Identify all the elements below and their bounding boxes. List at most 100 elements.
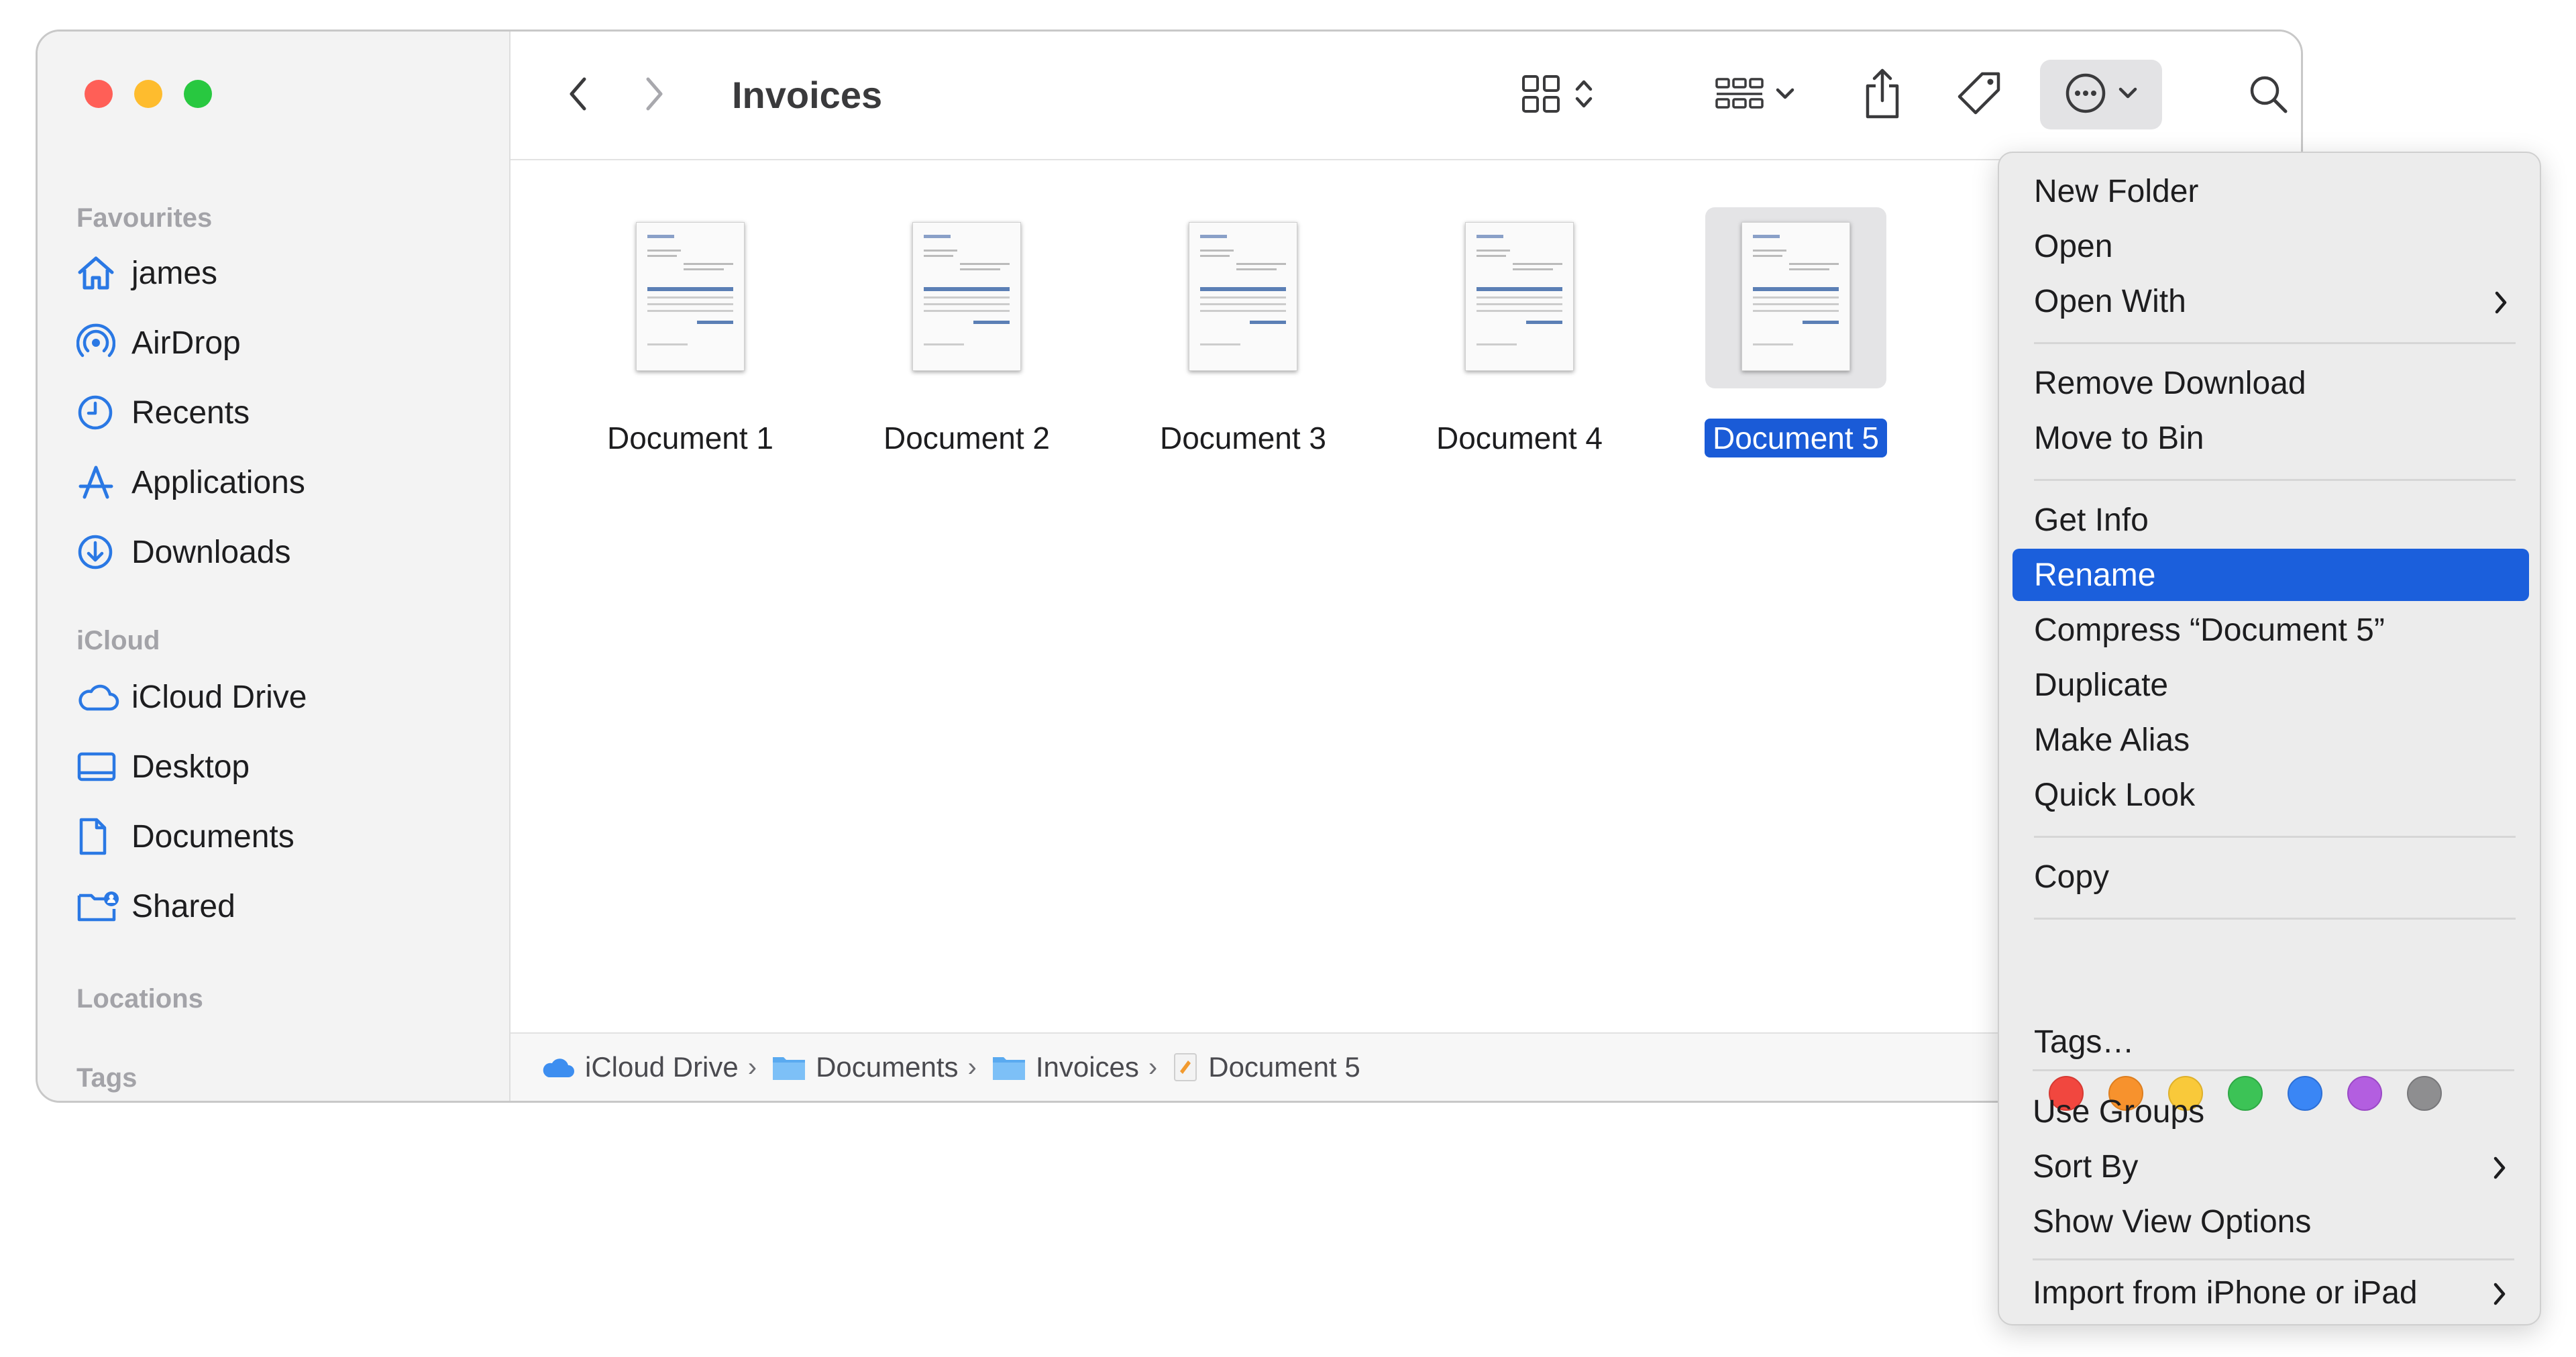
menu-item-import-from-iphone[interactable]: Import from iPhone or iPad <box>2011 1266 2528 1319</box>
menu-item-rename[interactable]: Rename <box>2012 549 2529 601</box>
menu-separator <box>2034 918 2516 920</box>
menu-item-remove-download[interactable]: Remove Download <box>2012 357 2529 409</box>
file-item[interactable]: Document 3 <box>1132 160 1354 455</box>
folder-icon <box>771 1053 806 1081</box>
airdrop-icon <box>76 323 123 363</box>
file-item-selected[interactable]: Document 5 <box>1685 160 1907 457</box>
ellipsis-circle-icon <box>2064 72 2107 118</box>
sidebar-item-airdrop[interactable]: AirDrop <box>76 316 492 370</box>
file-name: Document 4 <box>1436 421 1603 455</box>
toolbar: Invoices <box>511 32 2301 160</box>
menu-item-make-alias[interactable]: Make Alias <box>2012 714 2529 766</box>
sidebar-item-label: iCloud Drive <box>131 679 307 715</box>
view-mode-button[interactable] <box>1503 65 1611 125</box>
close-button[interactable] <box>85 80 113 108</box>
sidebar-item-desktop[interactable]: Desktop <box>76 740 492 794</box>
house-icon <box>76 253 123 293</box>
sidebar-item-label: AirDrop <box>131 325 241 361</box>
sidebar-item-shared[interactable]: Shared <box>76 879 492 933</box>
menu-item-sort-by[interactable]: Sort By <box>2011 1140 2528 1193</box>
sidebar-section-tags[interactable]: Tags <box>76 1063 137 1093</box>
applications-icon <box>76 462 123 502</box>
grid-view-icon <box>1520 73 1562 118</box>
file-name: Document 2 <box>883 421 1051 455</box>
menu-item-new-folder[interactable]: New Folder <box>2012 165 2529 217</box>
menu-item-compress[interactable]: Compress “Document 5” <box>2012 604 2529 656</box>
sidebar-item-label: Desktop <box>131 749 250 785</box>
menu-item-move-to-bin[interactable]: Move to Bin <box>2012 412 2529 464</box>
sidebar-section-locations[interactable]: Locations <box>76 984 203 1014</box>
menu-item-open[interactable]: Open <box>2012 220 2529 272</box>
path-segment[interactable]: Documents <box>771 1051 959 1083</box>
path-separator: › <box>1148 1052 1158 1082</box>
sidebar-item-label: Recents <box>131 394 250 431</box>
sidebar-item-downloads[interactable]: Downloads <box>76 525 492 579</box>
document-thumbnail-icon <box>1741 222 1850 371</box>
window-title: Invoices <box>732 74 883 116</box>
pages-document-icon <box>1172 1052 1199 1082</box>
finder-window: Favourites james AirDrop Recents Applica… <box>36 30 2303 1103</box>
desktop-icon <box>76 747 123 787</box>
chevron-right-icon <box>2491 1279 2508 1315</box>
file-name: Document 5 <box>1704 419 1888 457</box>
back-button[interactable] <box>557 72 598 119</box>
forward-button[interactable] <box>635 72 675 119</box>
cloud-icon <box>541 1055 576 1079</box>
menu-item-use-groups[interactable]: Use Groups <box>2011 1085 2528 1138</box>
group-button[interactable] <box>1701 65 1809 125</box>
menu-separator <box>2034 836 2516 838</box>
folder-icon <box>991 1053 1026 1081</box>
sidebar-item-documents[interactable]: Documents <box>76 810 492 863</box>
file-item[interactable]: Document 1 <box>580 160 801 455</box>
chevron-right-icon <box>2491 1152 2508 1189</box>
sidebar-item-james[interactable]: james <box>76 246 492 300</box>
sidebar-item-label: Shared <box>131 888 235 924</box>
menu-item-duplicate[interactable]: Duplicate <box>2012 659 2529 711</box>
path-separator: › <box>747 1052 757 1082</box>
sidebar-section-favourites: Favourites <box>76 203 213 233</box>
menu-item-open-with[interactable]: Open With <box>2012 275 2529 327</box>
chevron-left-icon <box>566 75 589 116</box>
share-button[interactable] <box>1852 62 1913 129</box>
document-thumbnail-icon <box>1189 222 1297 371</box>
menu-separator <box>2034 342 2516 344</box>
sidebar-item-label: Documents <box>131 818 294 855</box>
zoom-button[interactable] <box>184 80 212 108</box>
document-thumbnail-icon <box>912 222 1021 371</box>
shared-folder-icon <box>76 886 123 926</box>
action-menu-button[interactable] <box>2040 60 2162 129</box>
path-segment[interactable]: iCloud Drive <box>541 1051 739 1083</box>
sidebar-section-icloud: iCloud <box>76 626 160 655</box>
path-segment[interactable]: Document 5 <box>1172 1051 1360 1083</box>
sidebar: Favourites james AirDrop Recents Applica… <box>38 32 511 1101</box>
file-item[interactable]: Document 4 <box>1409 160 1630 455</box>
sidebar-item-recents[interactable]: Recents <box>76 386 492 439</box>
menu-item-show-view-options[interactable]: Show View Options <box>2011 1195 2528 1248</box>
chevron-right-icon <box>2493 287 2509 324</box>
sidebar-item-applications[interactable]: Applications <box>76 455 492 509</box>
chevron-down-icon <box>2118 87 2138 103</box>
chevron-down-icon <box>1775 87 1795 104</box>
document-thumbnail-icon <box>1465 222 1574 371</box>
menu-item-get-info[interactable]: Get Info <box>2012 494 2529 546</box>
tag-icon <box>1955 70 2004 121</box>
chevron-updown-icon <box>1574 76 1594 115</box>
share-icon <box>1862 67 1902 124</box>
menu-item-copy[interactable]: Copy <box>2012 851 2529 903</box>
sidebar-item-label: Downloads <box>131 534 291 570</box>
document-thumbnail-icon <box>636 222 745 371</box>
menu-separator <box>2034 479 2516 481</box>
search-button[interactable] <box>2235 65 2301 125</box>
tag-button[interactable] <box>1946 65 2013 125</box>
group-icon <box>1715 74 1764 117</box>
file-name: Document 3 <box>1159 421 1327 455</box>
document-icon <box>76 816 123 857</box>
path-segment[interactable]: Invoices <box>991 1051 1139 1083</box>
cloud-icon <box>76 677 123 717</box>
sidebar-item-icloud-drive[interactable]: iCloud Drive <box>76 670 492 724</box>
menu-item-quick-look[interactable]: Quick Look <box>2012 769 2529 821</box>
file-item[interactable]: Document 2 <box>856 160 1077 455</box>
search-icon <box>2247 73 2289 118</box>
sidebar-item-label: Applications <box>131 464 305 500</box>
minimize-button[interactable] <box>134 80 162 108</box>
